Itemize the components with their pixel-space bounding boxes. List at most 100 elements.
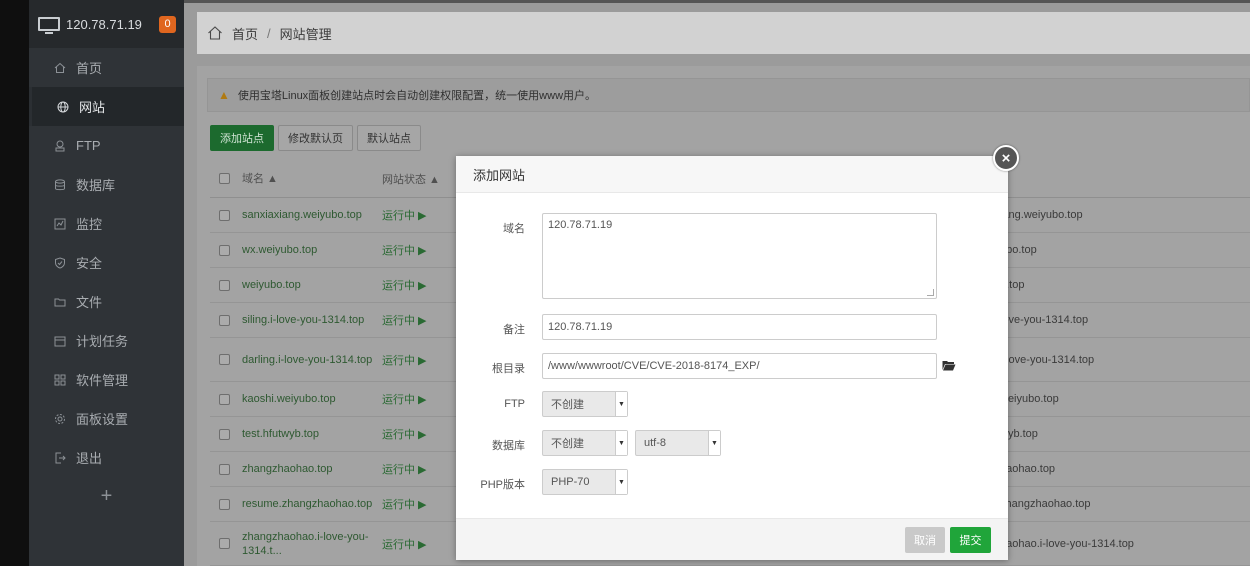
- sidebar-item-security[interactable]: 安全: [29, 243, 184, 282]
- site-domain-link[interactable]: kaoshi.weiyubo.top: [242, 392, 382, 406]
- site-domain-overflow: iang.weiyubo.top: [1000, 209, 1083, 221]
- sidebar-item-files[interactable]: 文件: [29, 282, 184, 321]
- sidebar-item-label: 退出: [76, 451, 103, 466]
- status-label[interactable]: 运行中 ▶: [382, 461, 442, 477]
- home-icon[interactable]: [207, 25, 223, 41]
- row-checkbox[interactable]: [219, 279, 230, 291]
- breadcrumb-home[interactable]: 首页: [232, 24, 258, 43]
- sidebar-item-logout[interactable]: 退出: [29, 438, 184, 477]
- row-checkbox[interactable]: [219, 244, 230, 256]
- row-checkbox[interactable]: [219, 428, 230, 440]
- default-site-button[interactable]: 默认站点: [357, 125, 421, 151]
- row-checkbox[interactable]: [219, 463, 230, 475]
- status-label[interactable]: 运行中 ▶: [382, 391, 442, 407]
- ftp-label: FTP: [504, 398, 525, 410]
- site-domain-link[interactable]: resume.zhangzhaohao.top: [242, 497, 382, 511]
- status-label[interactable]: 运行中 ▶: [382, 207, 442, 223]
- status-header[interactable]: 网站状态 ▲: [382, 171, 442, 187]
- database-label: 数据库: [492, 440, 525, 452]
- php-version-select[interactable]: PHP-70 ▼: [542, 469, 628, 495]
- sidebar-header: 120.78.71.19 0: [29, 0, 184, 48]
- monitor-icon: [38, 17, 60, 34]
- select-all-checkbox[interactable]: [219, 173, 230, 184]
- sidebar-item-monitor[interactable]: 监控: [29, 204, 184, 243]
- folder-icon: [53, 295, 67, 309]
- site-domain-overflow: love-you-1314.top: [1000, 314, 1089, 326]
- site-domain-overflow: haohao.top: [1000, 463, 1056, 475]
- add-site-button[interactable]: 添加站点: [210, 125, 274, 151]
- remark-input[interactable]: 120.78.71.19: [542, 314, 937, 340]
- domain-label: 域名: [503, 223, 525, 235]
- add-icon[interactable]: +: [29, 477, 184, 515]
- monitor-icon: [53, 217, 67, 231]
- notice-badge[interactable]: 0: [159, 15, 176, 33]
- site-domain-link[interactable]: weiyubo.top: [242, 278, 382, 292]
- sidebar-item-home[interactable]: 首页: [29, 48, 184, 87]
- database-icon: [53, 178, 67, 192]
- sidebar-item-label: 监控: [76, 217, 103, 232]
- root-path-input[interactable]: /www/wwwroot/CVE/CVE-2018-8174_EXP/: [542, 353, 937, 379]
- site-domain-link[interactable]: darling.i-love-you-1314.top: [242, 353, 382, 367]
- site-domain-overflow: zhangzhaohao.top: [1000, 498, 1091, 510]
- site-domain-link[interactable]: sanxiaxiang.weiyubo.top: [242, 208, 382, 222]
- sidebar-item-database[interactable]: 数据库: [29, 165, 184, 204]
- row-checkbox[interactable]: [219, 393, 230, 405]
- database-select[interactable]: 不创建 ▼: [542, 430, 628, 456]
- logout-icon: [53, 451, 67, 465]
- row-checkbox[interactable]: [219, 209, 230, 221]
- site-domain-link[interactable]: zhangzhaohao.top: [242, 462, 382, 476]
- remark-label: 备注: [503, 324, 525, 336]
- submit-button[interactable]: 提交: [950, 527, 991, 553]
- sidebar-item-cron[interactable]: 计划任务: [29, 321, 184, 360]
- row-checkbox[interactable]: [219, 538, 230, 549]
- site-domain-link[interactable]: wx.weiyubo.top: [242, 243, 382, 257]
- ftp-select[interactable]: 不创建 ▼: [542, 391, 628, 417]
- server-ip: 120.78.71.19: [66, 16, 142, 32]
- chevron-down-icon: ▼: [615, 431, 627, 455]
- edit-default-page-button[interactable]: 修改默认页: [278, 125, 353, 151]
- status-label[interactable]: 运行中 ▶: [382, 312, 442, 328]
- sidebar-item-software[interactable]: 软件管理: [29, 360, 184, 399]
- charset-select-value: utf-8: [644, 437, 667, 449]
- site-domain-overflow: weiyubo.top: [1000, 393, 1059, 405]
- php-select-value: PHP-70: [551, 476, 590, 488]
- remark-row: 备注 120.78.71.19: [456, 314, 937, 340]
- row-checkbox[interactable]: [219, 314, 230, 326]
- domain-header[interactable]: 域名 ▲: [242, 172, 382, 186]
- site-domain-overflow: i-love-you-1314.top: [1000, 353, 1095, 366]
- cancel-button[interactable]: 取消: [905, 527, 945, 553]
- warning-icon: ▲: [218, 88, 230, 102]
- site-domain-link[interactable]: test.hfutwyb.top: [242, 427, 382, 441]
- sidebar-item-label: FTP: [76, 138, 101, 153]
- folder-open-icon[interactable]: [942, 360, 956, 374]
- status-label[interactable]: 运行中 ▶: [382, 352, 442, 368]
- sidebar: 120.78.71.19 0 首页 网站 FTP 数据库 监控 安全 文件 计划…: [29, 0, 184, 566]
- ftp-select-value: 不创建: [551, 399, 584, 411]
- chevron-down-icon: ▼: [615, 470, 627, 494]
- status-label[interactable]: 运行中 ▶: [382, 277, 442, 293]
- sidebar-item-settings[interactable]: 面板设置: [29, 399, 184, 438]
- sidebar-item-ftp[interactable]: FTP: [29, 126, 184, 165]
- status-label[interactable]: 运行中 ▶: [382, 426, 442, 442]
- root-label: 根目录: [492, 363, 525, 375]
- row-checkbox[interactable]: [219, 498, 230, 510]
- breadcrumb-current: 网站管理: [279, 26, 332, 42]
- sidebar-item-label: 文件: [76, 295, 103, 310]
- domain-textarea[interactable]: 120.78.71.19: [542, 213, 937, 299]
- status-label[interactable]: 运行中 ▶: [382, 242, 442, 258]
- home-icon: [53, 61, 67, 75]
- breadcrumb: 首页 / 网站管理: [197, 12, 1250, 54]
- sidebar-item-website[interactable]: 网站: [29, 87, 184, 126]
- status-label[interactable]: 运行中 ▶: [382, 536, 442, 552]
- row-checkbox[interactable]: [219, 354, 230, 365]
- status-label[interactable]: 运行中 ▶: [382, 496, 442, 512]
- calendar-icon: [53, 334, 67, 348]
- gear-icon: [53, 412, 67, 426]
- charset-select[interactable]: utf-8 ▼: [635, 430, 721, 456]
- site-domain-link[interactable]: zhangzhaohao.i-love-you-1314.t...: [242, 530, 382, 558]
- modal-title: 添加网站: [456, 156, 1008, 193]
- close-icon[interactable]: ×: [993, 145, 1019, 171]
- php-row: PHP版本 PHP-70 ▼: [456, 469, 628, 495]
- database-row: 数据库 不创建 ▼ utf-8 ▼: [456, 430, 721, 456]
- site-domain-link[interactable]: siling.i-love-you-1314.top: [242, 313, 382, 327]
